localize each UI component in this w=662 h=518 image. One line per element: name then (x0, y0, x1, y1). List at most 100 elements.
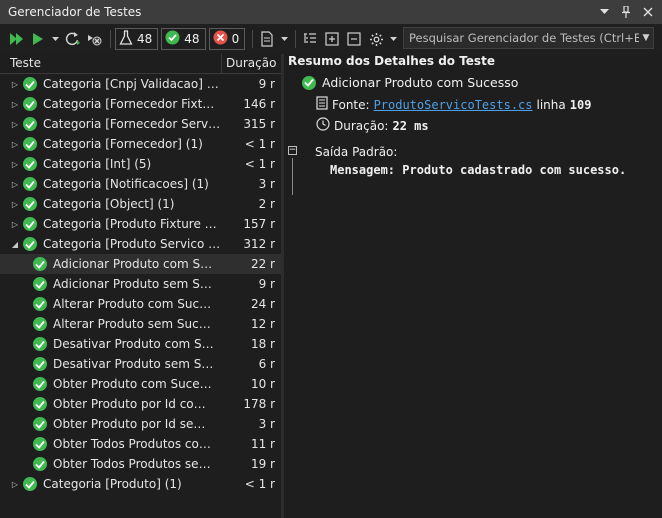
passed-icon (33, 457, 47, 471)
test-duration: 12 r (250, 317, 275, 331)
cancel-run-icon[interactable] (84, 28, 104, 50)
test-duration: < 1 r (244, 477, 275, 491)
expand-arrow-icon[interactable]: ▷ (10, 160, 20, 169)
details-header: Resumo dos Detalhes do Teste (288, 54, 495, 68)
search-input[interactable] (404, 31, 639, 45)
passed-icon (33, 417, 47, 431)
expand-arrow-icon[interactable]: ▷ (10, 480, 20, 489)
search-dropdown-icon[interactable]: ▼ (639, 33, 653, 43)
clock-icon (316, 117, 330, 134)
test-name: Categoria [Cnpj Validacao] (11) (43, 77, 221, 91)
playlist-icon[interactable] (257, 28, 277, 50)
test-row[interactable]: Obter Produto por Id com Sucesso 178 r (0, 394, 281, 414)
close-icon[interactable] (640, 4, 656, 20)
expand-arrow-icon[interactable]: ▷ (10, 180, 20, 189)
passed-icon (23, 477, 37, 491)
test-row[interactable]: Obter Produto com Sucesso 10 r (0, 374, 281, 394)
passed-icon (33, 277, 47, 291)
test-row[interactable]: Desativar Produto sem Sucesso 6 r (0, 354, 281, 374)
passed-icon (33, 317, 47, 331)
category-row[interactable]: ▷ Categoria [Notificacoes] (1) 3 r (0, 174, 281, 194)
settings-dropdown-icon[interactable] (388, 28, 398, 50)
output-collapse-toggle[interactable]: − (288, 146, 297, 155)
test-name: Alterar Produto sem Sucesso (53, 317, 215, 331)
test-name: Obter Todos Produtos sem Sucesso (53, 457, 215, 471)
column-header-duration[interactable]: Duração (222, 54, 281, 73)
test-name: Categoria [Produto Fixture Tests] ( (43, 217, 221, 231)
failed-tests-filter[interactable]: 0 (208, 28, 246, 50)
expand-arrow-icon[interactable]: ▷ (10, 200, 20, 209)
test-duration: 312 r (243, 237, 275, 251)
expand-arrow-icon[interactable]: ▷ (10, 140, 20, 149)
category-row[interactable]: ▷ Categoria [Object] (1) 2 r (0, 194, 281, 214)
category-row[interactable]: ▷ Categoria [Cnpj Validacao] (11) 9 r (0, 74, 281, 94)
run-icon[interactable] (28, 28, 48, 50)
test-name: Categoria [Int] (5) (43, 157, 152, 171)
test-row[interactable]: Alterar Produto sem Sucesso 12 r (0, 314, 281, 334)
test-row[interactable]: Adicionar Produto com Sucesso 22 r (0, 254, 281, 274)
test-duration: 22 r (250, 257, 275, 271)
test-name: Obter Produto por Id com Sucesso (53, 397, 215, 411)
passed-icon (23, 217, 37, 231)
line-label: linha (536, 97, 566, 112)
test-name: Desativar Produto sem Sucesso (53, 357, 215, 371)
expand-arrow-icon[interactable]: ▷ (10, 80, 20, 89)
test-row[interactable]: Obter Produto por Id sem Sucesso 3 r (0, 414, 281, 434)
passed-icon (33, 377, 47, 391)
details-test-name: Adicionar Produto com Sucesso (322, 75, 519, 90)
test-row[interactable]: Obter Todos Produtos sem Sucesso 19 r (0, 454, 281, 474)
duration-value: 22 ms (392, 118, 429, 133)
run-all-tests-icon[interactable] (6, 28, 26, 50)
passed-icon (33, 297, 47, 311)
passed-icon (23, 237, 37, 251)
test-row[interactable]: Adicionar Produto sem Sucesso 9 r (0, 274, 281, 294)
test-duration: 19 r (250, 457, 275, 471)
expand-arrow-icon[interactable]: ▷ (10, 120, 20, 129)
category-row[interactable]: ▷ Categoria [Fornecedor] (1) < 1 r (0, 134, 281, 154)
test-duration: < 1 r (244, 137, 275, 151)
rerun-icon[interactable] (62, 28, 82, 50)
test-duration: 146 r (243, 97, 275, 111)
source-file-link[interactable]: ProdutoServicoTests.cs (374, 98, 533, 112)
test-name: Adicionar Produto sem Sucesso (53, 277, 215, 291)
test-name: Adicionar Produto com Sucesso (53, 257, 215, 271)
pin-icon[interactable] (618, 4, 634, 20)
gear-icon[interactable] (366, 28, 386, 50)
test-row[interactable]: Obter Todos Produtos com Sucesso 11 r (0, 434, 281, 454)
test-tree-rows: ▷ Categoria [Cnpj Validacao] (11) 9 r ▷ Cate… (0, 74, 281, 494)
category-row[interactable]: ▷ Categoria [Fornecedor Servico Tests] (3… (0, 114, 281, 134)
total-tests-filter[interactable]: 48 (115, 28, 159, 50)
dropdown-icon[interactable] (596, 4, 612, 20)
playlist-dropdown-icon[interactable] (279, 28, 289, 50)
category-row[interactable]: ◢ Categoria [Produto Servico Mock] (312 r (0, 234, 281, 254)
run-dropdown-icon[interactable] (50, 28, 60, 50)
column-header-test[interactable]: Teste (0, 54, 222, 73)
category-row[interactable]: ▷ Categoria [Produto] (1) < 1 r (0, 474, 281, 494)
failed-tests-count: 0 (231, 32, 240, 46)
expand-all-icon[interactable] (322, 28, 342, 50)
test-name: Obter Produto com Sucesso (53, 377, 215, 391)
test-duration: 24 r (250, 297, 275, 311)
details-duration-line: Duração: 22 ms (316, 117, 429, 134)
test-name: Obter Produto por Id sem Sucesso (53, 417, 215, 431)
test-duration: 18 r (250, 337, 275, 351)
toolbar-separator (295, 30, 297, 48)
test-name: Categoria [Notificacoes] (1) (43, 177, 209, 191)
category-row[interactable]: ▷ Categoria [Produto Fixture Tests] (157 … (0, 214, 281, 234)
test-row[interactable]: Alterar Produto com Sucesso 24 r (0, 294, 281, 314)
source-label: Fonte: (332, 97, 370, 112)
category-row[interactable]: ▷ Categoria [Fornecedor Fixture Tests] (1… (0, 94, 281, 114)
column-headers: Teste Duração (0, 54, 281, 74)
expand-arrow-icon[interactable]: ▷ (10, 100, 20, 109)
passed-tests-filter[interactable]: 48 (161, 28, 206, 50)
expand-arrow-icon[interactable]: ▷ (10, 220, 20, 229)
collapse-all-icon[interactable] (344, 28, 364, 50)
duration-label: Duração: (334, 118, 389, 133)
category-row[interactable]: ▷ Categoria [Int] (5) < 1 r (0, 154, 281, 174)
test-row[interactable]: Desativar Produto com Sucesso 18 r (0, 334, 281, 354)
window-title: Gerenciador de Testes (8, 5, 142, 19)
group-by-icon[interactable] (300, 28, 320, 50)
test-duration: 2 r (258, 197, 275, 211)
line-number: 109 (569, 97, 592, 112)
collapse-arrow-icon[interactable]: ◢ (10, 240, 20, 249)
